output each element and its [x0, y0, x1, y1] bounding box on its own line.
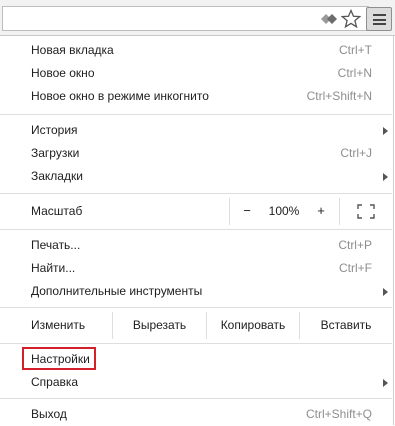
menu-item-label: Справка	[31, 375, 79, 389]
menu-separator	[0, 229, 392, 230]
cut-button[interactable]: Вырезать	[113, 308, 206, 343]
address-bar[interactable]	[2, 6, 369, 31]
settings-highlight-box	[22, 347, 96, 370]
extension-diamond-icon[interactable]	[320, 12, 338, 26]
zoom-label: Масштаб	[31, 204, 83, 218]
menu-item-shortcut: Ctrl+T	[339, 43, 372, 57]
menu-item-label: Загрузки	[31, 146, 80, 160]
menu-separator	[0, 398, 392, 399]
menu-item-new-incognito-window[interactable]: Новое окно в режиме инкогнито Ctrl+Shift…	[0, 85, 392, 108]
menu-item-shortcut: Ctrl+N	[337, 66, 372, 80]
fullscreen-icon[interactable]	[357, 204, 375, 219]
bookmark-star-icon[interactable]	[341, 9, 361, 29]
menu-item-print[interactable]: Печать... Ctrl+P	[0, 234, 392, 257]
zoom-out-button[interactable]: −	[239, 203, 255, 218]
menu-item-more-tools[interactable]: Дополнительные инструменты	[0, 280, 392, 303]
submenu-arrow-icon	[383, 288, 388, 296]
submenu-arrow-icon	[383, 127, 388, 135]
submenu-arrow-icon	[383, 173, 388, 181]
menu-item-label: Новое окно в режиме инкогнито	[31, 89, 209, 103]
menu-item-new-tab[interactable]: Новая вкладка Ctrl+T	[0, 39, 392, 62]
zoom-row: Масштаб − 100% +	[0, 194, 392, 229]
menu-item-shortcut: Ctrl+J	[340, 146, 372, 160]
menu-item-label: Новое окно	[31, 66, 95, 80]
menu-item-label: Закладки	[31, 169, 83, 183]
menu-item-shortcut: Ctrl+Shift+N	[306, 89, 372, 103]
menu-item-label: Дополнительные инструменты	[31, 284, 203, 298]
zoom-in-button[interactable]: +	[313, 203, 329, 218]
menu-separator	[0, 114, 392, 115]
menu-item-label: Печать...	[31, 238, 81, 252]
menu-item-shortcut: Ctrl+P	[338, 238, 372, 252]
submenu-arrow-icon	[383, 379, 388, 387]
edit-label: Изменить	[31, 318, 86, 332]
copy-button[interactable]: Копировать	[207, 308, 299, 343]
menu-item-label: История	[31, 123, 78, 137]
menu-separator	[0, 343, 392, 344]
menu-item-label: Выход	[31, 407, 67, 421]
hamburger-menu-icon	[373, 14, 386, 25]
hamburger-menu-button[interactable]	[366, 7, 392, 31]
menu-item-shortcut: Ctrl+F	[339, 261, 372, 275]
menu-item-history[interactable]: История	[0, 119, 392, 142]
edit-row: Изменить Вырезать Копировать Вставить	[0, 308, 392, 343]
menu-item-label: Новая вкладка	[31, 43, 114, 57]
zoom-value: 100%	[268, 204, 300, 218]
paste-button[interactable]: Вставить	[300, 308, 392, 343]
menu-item-bookmarks[interactable]: Закладки	[0, 165, 392, 188]
menu-item-find[interactable]: Найти... Ctrl+F	[0, 257, 392, 280]
menu-item-exit[interactable]: Выход Ctrl+Shift+Q	[0, 403, 392, 426]
zoom-divider	[339, 198, 340, 225]
zoom-divider	[229, 198, 230, 225]
menu-item-label: Найти...	[31, 261, 76, 275]
menu-item-shortcut: Ctrl+Shift+Q	[305, 407, 372, 421]
menu-item-new-window[interactable]: Новое окно Ctrl+N	[0, 62, 392, 85]
menu-item-help[interactable]: Справка	[0, 371, 392, 394]
browser-toolbar	[0, 0, 395, 36]
menu-item-downloads[interactable]: Загрузки Ctrl+J	[0, 142, 392, 165]
